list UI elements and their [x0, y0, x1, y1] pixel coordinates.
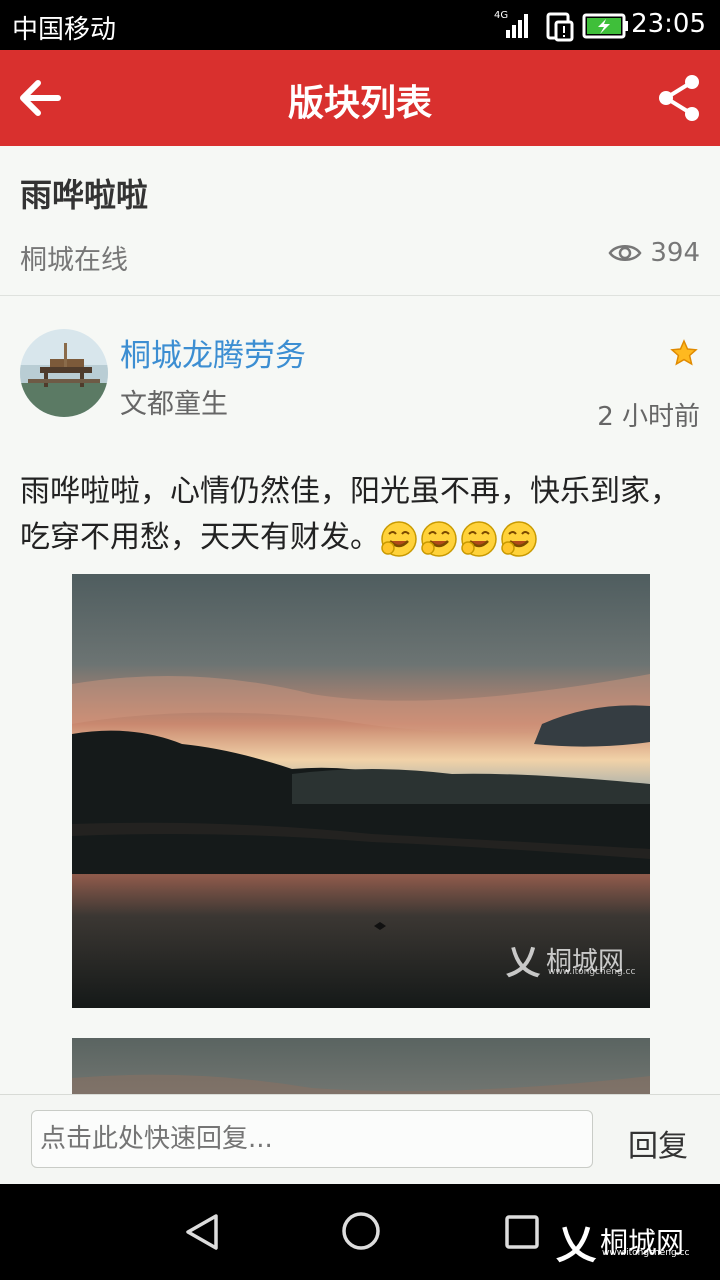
author-name[interactable]: 桐城龙腾劳务 — [120, 330, 306, 375]
view-count-value: 394 — [650, 238, 700, 268]
app-bar: 版块列表 — [0, 50, 720, 146]
avatar[interactable] — [20, 329, 108, 417]
post-time: 2 小时前 — [597, 402, 700, 432]
post-photo[interactable]: 乂 桐城网 www.itongcheng.cc — [72, 574, 650, 1008]
author-subtitle: 文都童生 — [120, 389, 228, 420]
laughing-emoji-icon — [461, 520, 497, 557]
nav-back-icon[interactable] — [180, 1210, 224, 1254]
status-icons: 4G — [494, 10, 628, 42]
reply-bar: 回复 — [0, 1094, 720, 1184]
system-nav-bar: 乂 桐城网 www.itongcheng.cc — [0, 1184, 720, 1280]
reply-input[interactable] — [31, 1110, 593, 1168]
thread-header: 雨哗啦啦 桐城在线 394 — [0, 146, 720, 296]
view-count: 394 — [608, 238, 700, 268]
emoji-row — [380, 520, 540, 558]
eye-icon — [608, 245, 642, 261]
status-bar: 中国移动 4G 23:05 — [0, 0, 720, 50]
post-text: 雨哗啦啦，心情仍然佳，阳光虽不再，快乐到家，吃穿不用愁，天天有财发。 — [20, 474, 680, 555]
brand-logo: 乂 桐城网 www.itongcheng.cc — [556, 1212, 689, 1270]
network-type-label: 4G — [494, 10, 508, 21]
brand-logo-url: www.itongcheng.cc — [602, 1248, 690, 1258]
reply-button[interactable]: 回复 — [628, 1121, 688, 1165]
post-body: 雨哗啦啦，心情仍然佳，阳光虽不再，快乐到家，吃穿不用愁，天天有财发。 — [20, 469, 700, 561]
post-photo[interactable] — [72, 1038, 650, 1094]
carrier-name: 中国移动 — [12, 15, 117, 45]
laughing-emoji-icon — [421, 520, 457, 557]
thread-forum-name[interactable]: 桐城在线 — [20, 238, 128, 277]
watermark: 乂 桐城网 www.itongcheng.cc — [505, 935, 635, 984]
nav-home-icon[interactable] — [338, 1208, 384, 1254]
watermark-url: www.itongcheng.cc — [547, 967, 636, 977]
share-icon[interactable] — [654, 72, 706, 124]
clock: 23:05 — [631, 9, 706, 39]
laughing-emoji-icon — [381, 520, 417, 557]
second-photo-image — [72, 1038, 650, 1094]
watermark-logo-icon: 乂 — [505, 943, 540, 983]
thread-title: 雨哗啦啦 — [20, 176, 149, 214]
nav-recent-apps-icon[interactable] — [504, 1214, 540, 1250]
page-title: 版块列表 — [287, 83, 432, 124]
star-icon[interactable] — [670, 339, 698, 367]
brand-logo-icon: 乂 — [556, 1222, 596, 1268]
laughing-emoji-icon — [501, 520, 537, 557]
thread-content[interactable]: 雨哗啦啦 桐城在线 394 桐城龙腾劳务 文都童生 2 小时前 雨哗啦啦，心情仍 — [0, 146, 720, 1094]
